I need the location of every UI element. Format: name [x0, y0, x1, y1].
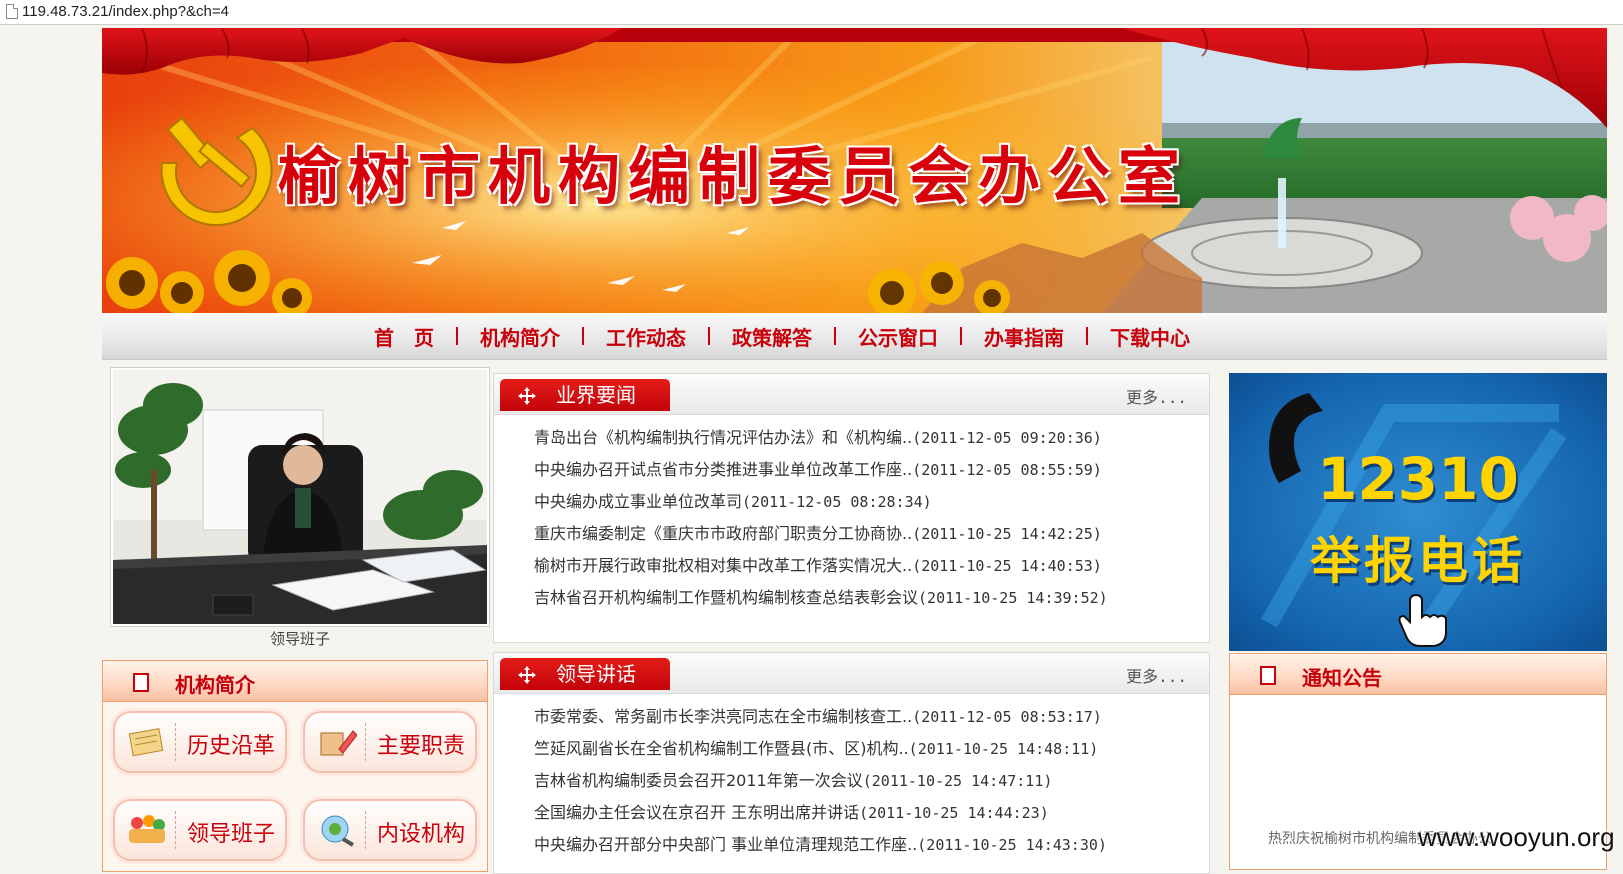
intro-panel-title: 机构简介 [175, 673, 255, 697]
intro-panel: 机构简介 历史沿革 主要职责领导班子 内设机构 [102, 660, 488, 872]
tab-leader-speeches[interactable]: 领导讲话 [500, 658, 670, 690]
news-item-title[interactable]: 市委常委、常务副市长李洪亮同志在全市编制核查工.. [534, 707, 912, 726]
watermark: www.wooyun.org [1418, 822, 1615, 852]
news-item-title[interactable]: 吉林省召开机构编制工作暨机构编制核查总结表彰会议 [534, 588, 918, 607]
leader-speeches-list: 市委常委、常务副市长李洪亮同志在全市编制核查工..(2011-12-05 08:… [534, 701, 1199, 861]
news-item-title[interactable]: 重庆市编委制定《重庆市市政府部门职责分工协商协.. [534, 524, 912, 543]
leader-speeches-title: 领导讲话 [556, 662, 636, 686]
intro-tile-3[interactable]: 内设机构 [303, 799, 477, 861]
tile-divider [175, 811, 176, 849]
leader-speeches-more-link[interactable]: 更多... [1126, 663, 1187, 687]
intro-tile-1[interactable]: 主要职责 [303, 711, 477, 773]
tile-divider [365, 811, 366, 849]
news-item[interactable]: 中央编办召开试点省市分类推进事业单位改革工作座..(2011-12-05 08:… [534, 454, 1199, 486]
intro-tile-label: 主要职责 [377, 734, 466, 759]
leader-photo-caption: 领导班子 [269, 630, 330, 648]
leader-photo-image [113, 370, 487, 624]
address-url[interactable]: 119.48.73.21/index.php?&ch=4 [22, 1, 229, 23]
history-icon [127, 725, 167, 759]
news-item-date: (2011-10-25 14:47:11) [862, 772, 1053, 790]
main-nav: 首 页机构简介 工作动态 政策解答 公示窗口 办事指南 下载中心 [102, 313, 1607, 360]
news-item-date: (2011-12-05 08:55:59) [912, 461, 1102, 479]
news-item-title[interactable]: 竺延风副省长在全省机构编制工作暨县(市、区)机构.. [534, 739, 909, 758]
news-item[interactable]: 中央编办召开部分中央部门 事业单位清理规范工作座..(2011-10-25 14… [534, 829, 1199, 861]
industry-news-list: 青岛出台《机构编制执行情况评估办法》和《机构编..(2011-12-05 09:… [534, 422, 1199, 614]
page-icon [6, 4, 18, 19]
notice-panel-title: 通知公告 [1302, 666, 1382, 690]
header-banner: 榆树市机构编制委员会办公室 [102, 28, 1607, 313]
news-item[interactable]: 市委常委、常务副市长李洪亮同志在全市编制核查工..(2011-12-05 08:… [534, 701, 1199, 733]
news-item-title[interactable]: 中央编办召开试点省市分类推进事业单位改革工作座.. [534, 460, 912, 479]
move-icon [518, 666, 536, 684]
news-item-date: (2011-10-25 14:39:52) [918, 589, 1108, 607]
nav-item-5[interactable]: 办事指南 [962, 322, 1086, 351]
intro-tile-0[interactable]: 历史沿革 [113, 711, 287, 773]
industry-news-header: 业界要闻 更多... [494, 374, 1209, 415]
nav-item-6[interactable]: 下载中心 [1088, 322, 1212, 351]
news-item-date: (2011-12-05 08:53:17) [912, 708, 1102, 726]
nav-item-4[interactable]: 公示窗口 [836, 322, 960, 351]
intro-tile-label: 历史沿革 [187, 734, 276, 759]
news-item[interactable]: 全国编办主任会议在京召开 王东明出席并讲话(2011-10-25 14:44:2… [534, 797, 1199, 829]
news-item[interactable]: 吉林省召开机构编制工作暨机构编制核查总结表彰会议(2011-10-25 14:3… [534, 582, 1199, 614]
news-item-title[interactable]: 中央编办成立事业单位改革司 [534, 492, 742, 511]
industry-news-title: 业界要闻 [556, 383, 636, 407]
notice-panel-header: 通知公告 [1230, 654, 1606, 695]
industry-news-box: 业界要闻 更多... 青岛出台《机构编制执行情况评估办法》和《机构编..(201… [493, 373, 1210, 643]
report-hotline-label: 举报电话 [1310, 532, 1526, 590]
news-item-date: (2011-10-25 14:44:23) [859, 804, 1049, 822]
intro-panel-header: 机构简介 [103, 661, 487, 702]
news-item[interactable]: 榆树市开展行政审批权相对集中改革工作落实情况大..(2011-10-25 14:… [534, 550, 1199, 582]
news-item[interactable]: 青岛出台《机构编制执行情况评估办法》和《机构编..(2011-12-05 09:… [534, 422, 1199, 454]
tab-industry-news[interactable]: 业界要闻 [500, 379, 670, 411]
address-bar[interactable]: 119.48.73.21/index.php?&ch=4 [0, 0, 1623, 25]
news-item[interactable]: 重庆市编委制定《重庆市市政府部门职责分工协商协..(2011-10-25 14:… [534, 518, 1199, 550]
nav-item-0[interactable]: 首 页 [352, 322, 456, 351]
news-item-date: (2011-10-25 14:42:25) [912, 525, 1102, 543]
news-item-title[interactable]: 榆树市开展行政审批权相对集中改革工作落实情况大.. [534, 556, 912, 575]
leader-speeches-header: 领导讲话 更多... [494, 653, 1209, 694]
document-icon [133, 673, 149, 692]
tile-divider [365, 723, 366, 761]
news-item-date: (2011-10-25 14:48:11) [908, 740, 1099, 758]
report-hotline-number: 12310 [1317, 445, 1519, 513]
departments-icon [317, 813, 357, 847]
news-item-date: (2011-12-05 09:20:36) [912, 429, 1102, 447]
leader-photo[interactable] [110, 367, 490, 627]
industry-news-more-link[interactable]: 更多... [1126, 384, 1187, 408]
news-item-title[interactable]: 中央编办召开部分中央部门 事业单位清理规范工作座.. [534, 835, 917, 854]
news-item-title[interactable]: 全国编办主任会议在京召开 王东明出席并讲话 [534, 803, 859, 822]
nav-item-3[interactable]: 政策解答 [710, 322, 834, 351]
intro-tile-label: 内设机构 [377, 822, 466, 847]
leaders-icon [127, 813, 167, 847]
intro-tile-2[interactable]: 领导班子 [113, 799, 287, 861]
news-item-date: (2011-10-25 14:43:30) [917, 836, 1107, 854]
news-item-date: (2011-10-25 14:40:53) [912, 557, 1102, 575]
move-icon [518, 387, 536, 405]
nav-item-2[interactable]: 工作动态 [584, 322, 708, 351]
news-item[interactable]: 竺延风副省长在全省机构编制工作暨县(市、区)机构..(2011-10-25 14… [534, 733, 1199, 765]
news-item-date: (2011-12-05 08:28:34) [742, 493, 932, 511]
duties-icon [317, 725, 358, 759]
site-title: 榆树市机构编制委员会办公室 [278, 140, 1189, 213]
tile-divider [175, 723, 176, 761]
news-item[interactable]: 吉林省机构编制委员会召开2011年第一次会议(2011-10-25 14:47:… [534, 765, 1199, 797]
news-item[interactable]: 中央编办成立事业单位改革司(2011-12-05 08:28:34) [534, 486, 1199, 518]
intro-tile-label: 领导班子 [187, 822, 276, 847]
news-item-title[interactable]: 吉林省机构编制委员会召开2011年第一次会议 [534, 771, 863, 790]
document-icon [1260, 666, 1276, 685]
news-item-title[interactable]: 青岛出台《机构编制执行情况评估办法》和《机构编.. [534, 428, 912, 447]
leader-speeches-box: 领导讲话 更多... 市委常委、常务副市长李洪亮同志在全市编制核查工..(201… [493, 652, 1210, 874]
nav-item-1[interactable]: 机构简介 [458, 322, 582, 351]
report-hotline-banner[interactable]: 12310 举报电话 [1229, 373, 1607, 651]
